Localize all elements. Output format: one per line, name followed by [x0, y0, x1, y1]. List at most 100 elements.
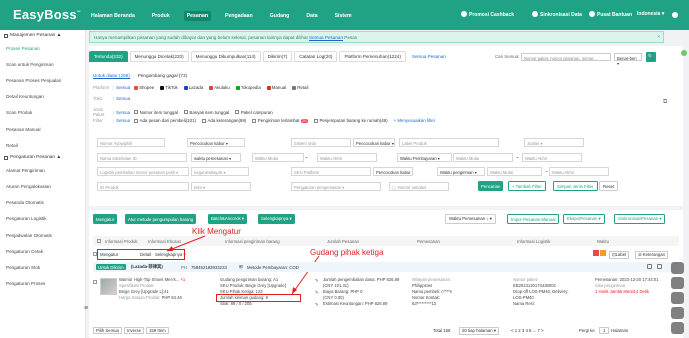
print-icon[interactable] — [647, 264, 652, 269]
logistic-order-select[interactable]: Logistik pembelian nomor pesanan pesti ▾ — [97, 167, 189, 176]
package-mixed[interactable]: Paket campuran — [235, 110, 273, 115]
tracking-match-select[interactable]: Pencocokan kabur ▾ — [187, 138, 245, 147]
subtab-failed[interactable]: Pengambang gagal (73) — [138, 73, 187, 79]
search-mode-select[interactable]: Benar-ben ▾ — [614, 53, 642, 66]
more-actions-button[interactable]: Selengkapnya ▾ — [258, 214, 295, 224]
filter-all[interactable]: Semua — [116, 118, 130, 123]
batch-button[interactable]: Batch&Ancorok ▾ — [208, 214, 247, 224]
page-size-select[interactable]: 20 tiap halaman ▾ — [459, 326, 499, 335]
help-float-icon[interactable] — [681, 50, 687, 56]
tab-log[interactable]: Catatan Log(20) — [294, 51, 338, 62]
package-single-item[interactable]: Nomor item tunggal — [134, 110, 178, 115]
sidebar-group-order-settings[interactable]: Pengaturan Pesanan ▲ — [0, 153, 85, 162]
sidebar-item-auto-schedule[interactable]: Penjadwalan Otomatis — [0, 227, 85, 243]
payment-time-end[interactable]: Waktu Akhir — [522, 153, 582, 162]
sales-select[interactable]: Jualan ▾ — [524, 138, 584, 147]
tab-waiting-print[interactable]: Menunggu Dicetak(233) — [129, 51, 189, 62]
variable-number-input[interactable]: ◯ Nomor variabel — [389, 182, 449, 191]
search-button[interactable]: Pencarian — [478, 181, 504, 191]
floating-tool-2[interactable] — [671, 277, 684, 289]
system-order-match-select[interactable]: Pencocokan kabur ▾ — [353, 138, 395, 147]
package-multi-item[interactable]: Banyak item tunggal — [183, 110, 229, 115]
tab-waiting-pickup[interactable]: Menunggu Dikumpulkan(114) — [190, 51, 261, 62]
collapse-menu-icon[interactable]: ≡ — [84, 305, 88, 312]
help-link[interactable]: Pusat Bantuan — [589, 11, 632, 18]
tab-platform-fulfillment[interactable]: Platform Pemenuhan(1224) — [339, 51, 406, 62]
sidebar-item-shipping-address[interactable]: Alamat Pengiriman — [0, 162, 85, 178]
filter-buyer-message[interactable]: Ada pesan dari pembeli(101) — [134, 118, 196, 123]
app-logo[interactable]: EasyBoss™ — [13, 7, 81, 22]
copy-icon[interactable]: ⊞ — [239, 264, 243, 270]
edit-icon[interactable]: ✎ — [315, 278, 319, 284]
sidebar-item-profit-detail[interactable]: Detail Keuntungan — [0, 89, 85, 105]
package-all[interactable]: Semua — [116, 110, 130, 115]
nav-data[interactable]: Data — [303, 11, 320, 21]
floating-tool-3[interactable] — [671, 292, 684, 304]
product-name[interactable]: Warrior High-Top Shoes Men's... — [119, 277, 179, 282]
shipping-time-select[interactable]: Waktu pengiriman ▾ — [437, 167, 485, 176]
filter-home-pickup[interactable]: Penjemputan barang ke rumah(49) — [313, 118, 388, 123]
floating-tool-5[interactable] — [671, 322, 684, 334]
tracking-number-input[interactable]: Nomor Ayowiphill — [97, 138, 165, 147]
nav-product[interactable]: Produk — [149, 11, 173, 21]
sidebar-item-process-orders[interactable]: Proses Pesanan — [0, 40, 85, 56]
platform-tiktok[interactable]: TikTok — [160, 85, 178, 90]
store-name-input[interactable]: Nama toko/solan ID — [97, 153, 187, 162]
nav-procurement[interactable]: Pengadaan — [222, 11, 256, 21]
sidebar-group-order-management[interactable]: Manajemen Pesanan ▲ — [0, 31, 85, 40]
save-filter-button[interactable]: Simpan Jenis Filter — [553, 181, 598, 191]
sidebar-item-auto-mark[interactable]: Pesanda Otomatis — [0, 195, 85, 211]
sidebar-item-allocation-rules[interactable]: Aturan Pengalokasian — [0, 179, 85, 195]
add-filter-button[interactable]: + Tambah Filter — [508, 181, 546, 191]
cashback-link[interactable]: Promosi Cashback — [461, 11, 514, 18]
flag-icon[interactable] — [593, 250, 599, 256]
star-icon[interactable] — [600, 250, 606, 256]
close-icon[interactable]: × — [657, 34, 660, 39]
store-all[interactable]: Semua — [116, 96, 130, 101]
goto-page-input[interactable]: 1 — [599, 327, 610, 334]
product-label-input[interactable]: Label Produk — [399, 138, 499, 147]
sidebar-item-scan-shipping[interactable]: Scan untuk Pengiriman — [0, 56, 85, 72]
product-id-input[interactable]: ID Produk — [97, 182, 189, 191]
select-all-button[interactable]: Pilih Semua — [93, 327, 122, 334]
tab-pending[interactable]: Tertunda(232) — [89, 51, 128, 62]
search-icon[interactable]: 🔍 — [646, 52, 656, 62]
search-input[interactable]: Nomor paket, nomor pesanan, nomor... — [521, 53, 611, 61]
shipping-time-end[interactable]: Waktu Akhir — [549, 167, 609, 176]
sidebar-item-logistics-settings[interactable]: Pengaturan Logistik — [0, 211, 85, 227]
floating-tool-4[interactable] — [671, 307, 684, 319]
platform-lazada[interactable]: Lazada — [183, 85, 203, 90]
payment-time-start[interactable]: Waktu Mulai — [453, 153, 513, 162]
sort-order-time-select[interactable]: Waktu Pemesanan ↓ ▾ — [445, 214, 496, 224]
language-select[interactable]: Indonesia ▾ — [637, 11, 664, 17]
sync-orders-button[interactable]: SinkronisasiPesanan ▾ — [614, 214, 666, 224]
sidebar-item-scan-product[interactable]: Scan Produk — [0, 105, 85, 121]
platform-manual[interactable]: Manual — [266, 85, 286, 90]
packing-settings-select[interactable]: Pengaturan pengemasan ▾ — [291, 182, 381, 191]
platform-all[interactable]: Semua — [116, 85, 130, 90]
reset-button[interactable]: Reset — [599, 181, 619, 191]
subtab-to-arrange[interactable]: Untuk diatur (159) — [93, 73, 130, 79]
export-orders-button[interactable]: EksporPesanan ▾ — [563, 214, 605, 224]
label-button[interactable]: ⊡Label — [609, 251, 630, 259]
expand-icon[interactable]: ⧉ — [663, 99, 667, 106]
system-order-input[interactable]: Sistem ordo — [291, 138, 351, 147]
sku-match-select[interactable]: Pencocokan kabur ▾ — [373, 167, 413, 176]
sidebar-item-print-settings[interactable]: Pengaturan Cetak — [0, 243, 85, 259]
filter-late-shipping[interactable]: Pengiriman terlambat 25 — [252, 118, 308, 123]
platform-tokopedia[interactable]: Tokopedia — [235, 85, 261, 90]
nav-system[interactable]: Sistem — [332, 11, 355, 21]
platform-shopee[interactable]: Shopee — [134, 85, 154, 90]
platform-sku-input[interactable]: SKU Platform — [291, 167, 371, 176]
sync-link[interactable]: Sinkronisasi Data — [532, 11, 582, 18]
order-number[interactable]: 758452183933233 — [191, 265, 227, 270]
arrange-button[interactable]: Mengatur — [93, 214, 118, 224]
shipping-time-start[interactable]: Waktu Mulai — [487, 167, 542, 176]
page-numbers[interactable]: < 1 2 3 4 5 ... 7 > — [511, 328, 544, 333]
sidebar-item-sales-orders[interactable]: Pesanan Proses Penjualan — [0, 72, 85, 88]
edit-sku-icon[interactable]: ✎ — [315, 290, 319, 296]
filter-has-note[interactable]: Ada keterangan(99) — [201, 118, 246, 123]
sidebar-item-manual-orders[interactable]: Pesanan Manual — [0, 121, 85, 137]
select-all-checkbox[interactable] — [97, 239, 101, 243]
user-avatar[interactable] — [672, 12, 678, 18]
